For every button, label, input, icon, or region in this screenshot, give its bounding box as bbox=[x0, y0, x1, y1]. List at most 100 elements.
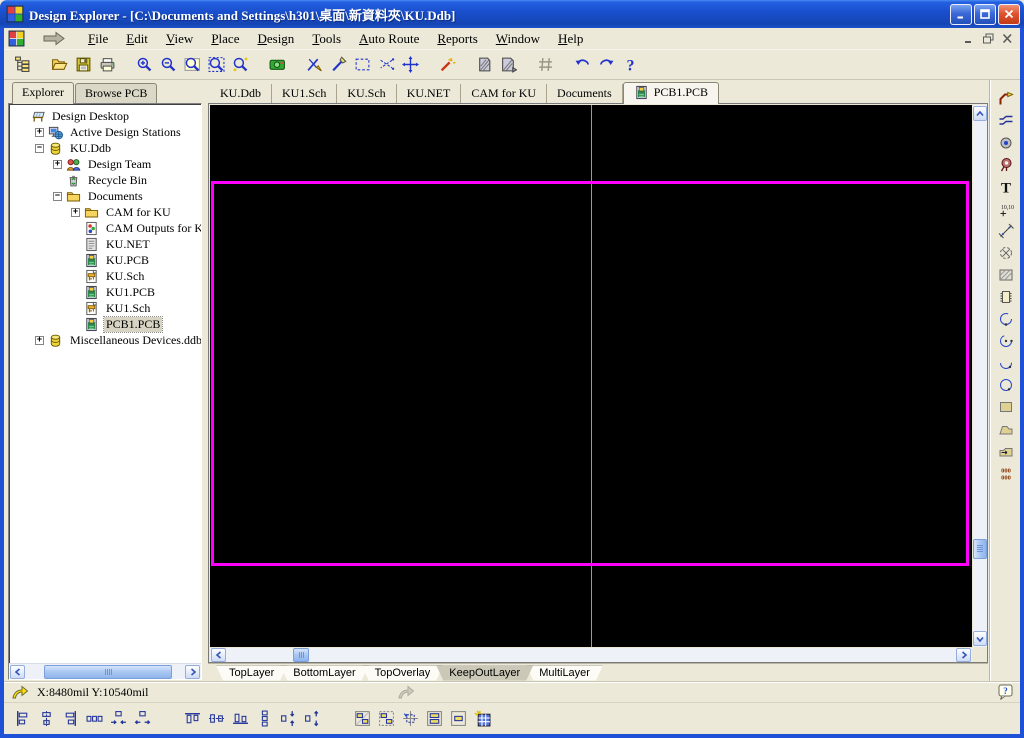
scroll-left-icon[interactable] bbox=[10, 664, 25, 679]
place-string-button[interactable]: T bbox=[993, 176, 1019, 198]
menu-place[interactable]: Place bbox=[202, 29, 248, 49]
menu-reports[interactable]: Reports bbox=[428, 29, 486, 49]
move-selection-button[interactable] bbox=[398, 53, 422, 77]
place-split-plane-button[interactable] bbox=[993, 440, 1019, 462]
increase-h-space-button[interactable] bbox=[130, 707, 154, 730]
layer-tab-bottomlayer[interactable]: BottomLayer bbox=[280, 666, 368, 681]
close-button[interactable] bbox=[998, 3, 1020, 25]
place-origin-button[interactable] bbox=[993, 242, 1019, 264]
place-full-circle-button[interactable] bbox=[993, 374, 1019, 396]
tree-horizontal-scrollbar[interactable] bbox=[9, 663, 201, 679]
document-tab-ku1-sch[interactable]: KU1.Sch bbox=[272, 84, 338, 103]
space-equal-v-button[interactable] bbox=[252, 707, 276, 730]
document-tab-ku-ddb[interactable]: KU.Ddb bbox=[210, 84, 272, 103]
collapse-icon[interactable]: − bbox=[53, 191, 62, 201]
menu-window[interactable]: Window bbox=[487, 29, 549, 49]
tree-item-ku-ddb[interactable]: − KU.Ddb bbox=[13, 140, 201, 156]
mdi-restore-button[interactable] bbox=[980, 31, 997, 46]
align-h-centers-button[interactable] bbox=[34, 707, 58, 730]
layer-tab-toplayer[interactable]: TopLayer bbox=[216, 666, 287, 681]
menu-file[interactable]: File bbox=[79, 29, 117, 49]
pcb-canvas[interactable] bbox=[210, 105, 972, 647]
minimize-button[interactable] bbox=[950, 3, 972, 25]
scroll-right-icon[interactable] bbox=[956, 648, 971, 662]
zoom-area-button[interactable] bbox=[180, 53, 204, 77]
place-polygon-plane-button[interactable] bbox=[993, 418, 1019, 440]
menu-tools[interactable]: Tools bbox=[303, 29, 350, 49]
redo-button[interactable] bbox=[594, 53, 618, 77]
explorer-panel-button[interactable] bbox=[10, 53, 34, 77]
tree-item-design-desktop[interactable]: Design Desktop bbox=[13, 108, 201, 124]
mdi-minimize-button[interactable] bbox=[961, 31, 978, 46]
zoom-in-button[interactable] bbox=[132, 53, 156, 77]
mdi-close-button[interactable] bbox=[999, 31, 1016, 46]
layer-tab-multilayer[interactable]: MultiLayer bbox=[526, 666, 603, 681]
tree-item-ku-sch[interactable]: KU.Sch bbox=[13, 268, 201, 284]
menu-help[interactable]: Help bbox=[549, 29, 592, 49]
menu-design[interactable]: Design bbox=[248, 29, 303, 49]
keepout-board-outline[interactable] bbox=[211, 180, 969, 566]
menu-edit[interactable]: Edit bbox=[117, 29, 157, 49]
hatched-shield-flip-button[interactable] bbox=[496, 53, 520, 77]
align-bottom-button[interactable] bbox=[228, 707, 252, 730]
component-position-button[interactable] bbox=[446, 707, 470, 730]
menu-view[interactable]: View bbox=[157, 29, 202, 49]
place-coordinate-button[interactable]: 10,10 bbox=[993, 198, 1019, 220]
title-bar[interactable]: Design Explorer - [C:\Documents and Sett… bbox=[0, 0, 1024, 28]
place-via-button[interactable] bbox=[993, 154, 1019, 176]
arrange-outside-board-button[interactable] bbox=[374, 707, 398, 730]
tree-item-ku1-pcb[interactable]: KU1.PCB bbox=[13, 284, 201, 300]
scroll-right-icon[interactable] bbox=[185, 664, 200, 679]
knife-button[interactable] bbox=[302, 53, 326, 77]
tree-item-ku-pcb[interactable]: KU.PCB bbox=[13, 252, 201, 268]
place-room-button[interactable] bbox=[993, 264, 1019, 286]
expand-icon[interactable]: + bbox=[35, 127, 44, 137]
tree-item-recycle-bin[interactable]: Recycle Bin bbox=[13, 172, 201, 188]
decrease-h-space-button[interactable] bbox=[106, 707, 130, 730]
document-tab-ku-sch[interactable]: KU.Sch bbox=[337, 84, 397, 103]
increase-v-space-button[interactable] bbox=[300, 707, 324, 730]
space-equal-h-button[interactable] bbox=[82, 707, 106, 730]
expand-icon[interactable]: + bbox=[35, 335, 44, 345]
panel-tab-browse-pcb[interactable]: Browse PCB bbox=[74, 83, 158, 103]
tree-item-ku-net[interactable]: KU.NET bbox=[13, 236, 201, 252]
tree-item-pcb1-pcb[interactable]: PCB1.PCB bbox=[13, 315, 201, 333]
document-tab-ku-net[interactable]: KU.NET bbox=[397, 84, 462, 103]
tree-item-documents[interactable]: − Documents bbox=[13, 188, 201, 204]
document-tab-cam-for-ku[interactable]: CAM for KU bbox=[461, 84, 548, 103]
toggle-grid-button[interactable] bbox=[533, 53, 557, 77]
context-help-icon[interactable]: ? bbox=[997, 684, 1014, 701]
tree-scroll-thumb[interactable] bbox=[44, 664, 172, 679]
place-array-paste-button[interactable]: 000 000 bbox=[993, 462, 1019, 484]
slice-tracks-button[interactable] bbox=[326, 53, 350, 77]
align-right-button[interactable] bbox=[58, 707, 82, 730]
open-document-button[interactable] bbox=[47, 53, 71, 77]
align-top-button[interactable] bbox=[180, 707, 204, 730]
place-arc-angle-button[interactable] bbox=[993, 352, 1019, 374]
canvas-vertical-scrollbar[interactable] bbox=[973, 105, 987, 647]
wizard-button[interactable] bbox=[435, 53, 459, 77]
tree-item-active-design-stations[interactable]: + Active Design Stations bbox=[13, 124, 201, 140]
menu-auto-route[interactable]: Auto Route bbox=[350, 29, 428, 49]
collapse-icon[interactable]: − bbox=[35, 143, 44, 153]
document-menu-arrow-icon[interactable] bbox=[39, 30, 69, 48]
tree-item-cam-outputs-for-ku[interactable]: CAM Outputs for KU bbox=[13, 220, 201, 236]
layer-tab-topoverlay[interactable]: TopOverlay bbox=[362, 666, 444, 681]
place-fill-button[interactable] bbox=[993, 396, 1019, 418]
hatched-shield-button[interactable] bbox=[472, 53, 496, 77]
zoom-selection-button[interactable] bbox=[228, 53, 252, 77]
zoom-document-button[interactable] bbox=[204, 53, 228, 77]
paste-array-button[interactable] bbox=[470, 707, 494, 730]
tree-item-ku1-sch[interactable]: KU1.Sch bbox=[13, 300, 201, 316]
help-button[interactable]: ? bbox=[618, 53, 642, 77]
component-text-position-button[interactable] bbox=[422, 707, 446, 730]
place-interactive-routing-button[interactable] bbox=[993, 88, 1019, 110]
layer-tab-keepoutlayer[interactable]: KeepOutLayer bbox=[436, 666, 533, 681]
print-button[interactable] bbox=[95, 53, 119, 77]
align-left-button[interactable] bbox=[10, 707, 34, 730]
canvas-horizontal-scrollbar[interactable] bbox=[210, 648, 972, 662]
scroll-down-icon[interactable] bbox=[973, 631, 987, 646]
save-button[interactable] bbox=[71, 53, 95, 77]
document-tab-documents[interactable]: Documents bbox=[547, 84, 623, 103]
select-area-button[interactable] bbox=[350, 53, 374, 77]
